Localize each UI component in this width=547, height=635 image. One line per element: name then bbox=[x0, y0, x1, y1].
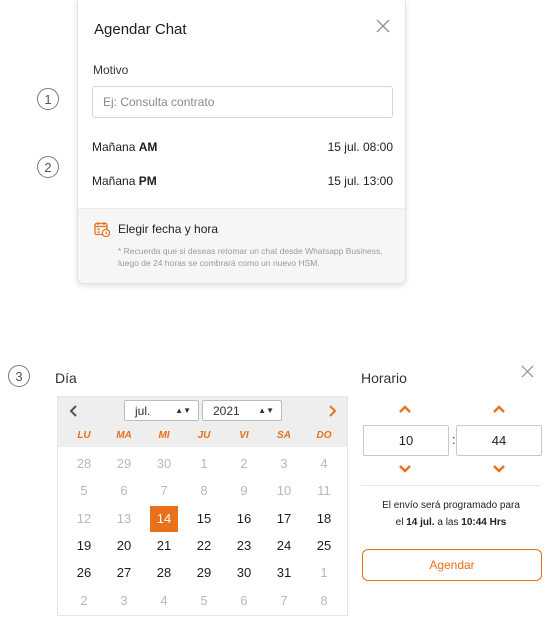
option-tomorrow-pm[interactable]: Mañana PM 15 jul. 13:00 bbox=[92, 170, 393, 192]
calendar: jul. ▲▼ 2021 ▲▼ LU MA MI JU VI SA DO 28 2… bbox=[57, 396, 348, 616]
schedule-summary: El envío será programado para el 14 jul.… bbox=[361, 497, 541, 531]
day-cell[interactable]: 28 bbox=[144, 562, 184, 584]
weekday-label: VI bbox=[239, 430, 249, 441]
chevron-left-icon[interactable] bbox=[66, 403, 82, 419]
calendar-header: jul. ▲▼ 2021 ▲▼ bbox=[58, 397, 347, 425]
card-title: Agendar Chat bbox=[94, 21, 187, 38]
day-cell[interactable]: 2 bbox=[224, 453, 264, 475]
day-cell[interactable]: 19 bbox=[64, 535, 104, 557]
day-cell[interactable]: 21 bbox=[144, 535, 184, 557]
weekday-label: SA bbox=[277, 430, 291, 441]
day-cell[interactable]: 5 bbox=[184, 590, 224, 612]
day-cell[interactable]: 2 bbox=[64, 590, 104, 612]
weekday-label: JU bbox=[197, 430, 211, 441]
day-cell[interactable]: 4 bbox=[304, 453, 344, 475]
day-cell[interactable]: 3 bbox=[264, 453, 304, 475]
month-value: jul. bbox=[135, 403, 151, 418]
hsm-note: * Recuerda que si deseas retomar un chat… bbox=[118, 246, 383, 268]
day-cell[interactable]: 1 bbox=[184, 453, 224, 475]
day-cell[interactable]: 23 bbox=[224, 535, 264, 557]
day-cell[interactable]: 30 bbox=[224, 562, 264, 584]
day-cell-selected[interactable]: 14 bbox=[150, 506, 178, 532]
option-tomorrow-am[interactable]: Mañana AM 15 jul. 08:00 bbox=[92, 136, 393, 158]
day-cell[interactable]: 20 bbox=[104, 535, 144, 557]
step-marker-1: 1 bbox=[37, 88, 59, 110]
day-cell[interactable]: 31 bbox=[264, 562, 304, 584]
day-cell[interactable]: 10 bbox=[264, 480, 304, 502]
day-cell[interactable]: 30 bbox=[144, 453, 184, 475]
select-arrow-icon: ▲▼ bbox=[175, 406, 191, 415]
day-cell[interactable]: 9 bbox=[224, 480, 264, 502]
step-marker-2: 2 bbox=[37, 156, 59, 178]
select-arrow-icon: ▲▼ bbox=[258, 406, 274, 415]
minute-up-icon[interactable] bbox=[492, 404, 506, 414]
day-cell[interactable]: 6 bbox=[104, 480, 144, 502]
weekday-label: LU bbox=[77, 430, 91, 441]
day-cell[interactable]: 25 bbox=[304, 535, 344, 557]
close-icon[interactable] bbox=[520, 364, 535, 379]
hour-input[interactable]: 10 bbox=[363, 425, 449, 456]
day-cell[interactable]: 26 bbox=[64, 562, 104, 584]
day-cell[interactable]: 15 bbox=[184, 508, 224, 530]
schedule-chat-card: Agendar Chat Motivo Mañana AM 15 jul. 08… bbox=[77, 0, 406, 284]
step-marker-3: 3 bbox=[8, 365, 30, 387]
day-cell[interactable]: 13 bbox=[104, 508, 144, 530]
weekday-row: LU MA MI JU VI SA DO bbox=[58, 425, 347, 447]
minute-input[interactable]: 44 bbox=[456, 425, 542, 456]
day-cell[interactable]: 11 bbox=[304, 480, 344, 502]
day-cell[interactable]: 27 bbox=[104, 562, 144, 584]
day-cell[interactable]: 29 bbox=[184, 562, 224, 584]
agendar-button[interactable]: Agendar bbox=[362, 549, 542, 581]
weekday-label: MI bbox=[158, 430, 170, 441]
calendar-clock-icon bbox=[94, 222, 110, 237]
day-cell[interactable]: 1 bbox=[304, 562, 344, 584]
day-cell[interactable]: 7 bbox=[264, 590, 304, 612]
year-value: 2021 bbox=[213, 403, 240, 418]
day-cell[interactable]: 22 bbox=[184, 535, 224, 557]
weekday-label: DO bbox=[316, 430, 332, 441]
day-cell[interactable]: 4 bbox=[144, 590, 184, 612]
close-icon[interactable] bbox=[375, 18, 391, 34]
calendar-title: Día bbox=[55, 370, 77, 386]
year-select[interactable]: 2021 ▲▼ bbox=[202, 400, 282, 421]
day-cell[interactable]: 8 bbox=[184, 480, 224, 502]
option-label: Mañana PM bbox=[92, 174, 157, 188]
day-cell[interactable]: 6 bbox=[224, 590, 264, 612]
pick-date-label: Elegir fecha y hora bbox=[118, 222, 219, 236]
day-cell[interactable]: 18 bbox=[304, 508, 344, 530]
summary-line-1: El envío será programado para bbox=[382, 500, 520, 511]
hour-down-icon[interactable] bbox=[398, 464, 412, 474]
time-title: Horario bbox=[361, 370, 407, 386]
summary-line-2: el 14 jul. a las 10:44 Hrs bbox=[395, 517, 507, 528]
option-datetime: 15 jul. 13:00 bbox=[327, 174, 393, 188]
month-select[interactable]: jul. ▲▼ bbox=[124, 400, 199, 421]
card-footer: Elegir fecha y hora * Recuerda que si de… bbox=[78, 208, 405, 283]
hour-up-icon[interactable] bbox=[398, 404, 412, 414]
day-cell[interactable]: 7 bbox=[144, 480, 184, 502]
day-cell[interactable]: 3 bbox=[104, 590, 144, 612]
day-cell[interactable]: 5 bbox=[64, 480, 104, 502]
day-cell[interactable]: 12 bbox=[64, 508, 104, 530]
day-cell[interactable]: 17 bbox=[264, 508, 304, 530]
motivo-input[interactable] bbox=[92, 86, 393, 118]
option-datetime: 15 jul. 08:00 bbox=[327, 140, 393, 154]
chevron-right-icon[interactable] bbox=[324, 403, 340, 419]
divider bbox=[361, 485, 541, 486]
motivo-label: Motivo bbox=[93, 63, 129, 77]
minute-down-icon[interactable] bbox=[492, 464, 506, 474]
pick-date-button[interactable]: Elegir fecha y hora bbox=[94, 221, 218, 237]
weekday-label: MA bbox=[116, 430, 132, 441]
option-label: Mañana AM bbox=[92, 140, 158, 154]
day-cell[interactable]: 8 bbox=[304, 590, 344, 612]
day-cell[interactable]: 29 bbox=[104, 453, 144, 475]
day-cell[interactable]: 24 bbox=[264, 535, 304, 557]
day-cell[interactable]: 16 bbox=[224, 508, 264, 530]
day-cell[interactable]: 28 bbox=[64, 453, 104, 475]
